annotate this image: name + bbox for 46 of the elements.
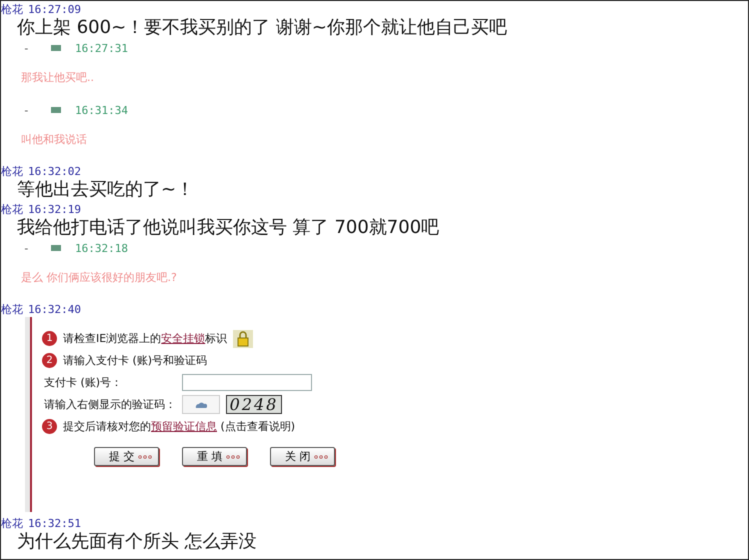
dots-icon (138, 454, 152, 458)
reply-time: 16:27:31 (75, 42, 128, 54)
cloud-icon (195, 401, 207, 408)
reply-text: 叫他和我说话 (20, 132, 88, 148)
step-link[interactable]: 预留验证信息 (151, 420, 217, 433)
message-time: 16:32:51 (28, 516, 81, 530)
sender-name: 枪花 (1, 164, 23, 178)
status-icon (51, 107, 61, 113)
dots-icon (314, 454, 328, 458)
step-text: 请输入支付卡 (账)号和验证码 (63, 353, 208, 368)
step-number: 2 (42, 353, 57, 368)
sender-name: 枪花 (1, 516, 23, 530)
message-text: 等他出去买吃的了~！ (16, 179, 196, 200)
step-link[interactable]: 安全挂锁 (161, 332, 206, 345)
step-number: 3 (42, 419, 57, 434)
reply-time: 16:32:18 (75, 242, 128, 254)
step-number: 1 (42, 331, 57, 346)
code-field[interactable] (182, 395, 220, 414)
sender-name: 枪花 (1, 302, 23, 316)
reply-dash: - (23, 242, 31, 254)
message-time: 16:32:19 (28, 202, 81, 216)
form-button[interactable]: 关 闭 (270, 447, 335, 466)
reply-time: 16:31:34 (75, 104, 128, 116)
form-button[interactable]: 重 填 (182, 447, 247, 466)
reply-text: 那我让他买吧.. (20, 70, 95, 86)
message-text: 我给他打电话了他说叫我买你这号 算了 700就700吧 (16, 217, 440, 238)
reply-dash: - (23, 42, 31, 54)
sender-name: 枪花 (1, 202, 23, 216)
field-label: 请输入右侧显示的验证码： (43, 397, 176, 412)
message-time: 16:32:40 (28, 302, 81, 316)
status-icon (51, 245, 61, 251)
reply-dash: - (23, 104, 31, 116)
message-time: 16:32:02 (28, 164, 81, 178)
message-time: 16:27:09 (28, 2, 81, 16)
dots-icon (226, 454, 240, 458)
step-text: 提交后请核对您的预留验证信息 (点击查看说明) (63, 419, 296, 434)
message-text: 你上架 600~！要不我买别的了 谢谢~你那个就让他自己买吧 (16, 17, 508, 38)
reply-text: 是么 你们俩应该很好的朋友吧.? (20, 270, 178, 286)
field-label: 支付卡 (账)号： (43, 375, 124, 390)
message-text: 为什么先面有个所头 怎么弄没 (16, 531, 258, 552)
captcha-image: 0248 (226, 395, 282, 414)
step-text: 请检查IE浏览器上的安全挂锁标识 (63, 331, 228, 346)
sender-name: 枪花 (1, 2, 23, 16)
form-button[interactable]: 提 交 (94, 447, 159, 466)
status-icon (51, 45, 61, 51)
card-number-field[interactable] (182, 374, 312, 391)
